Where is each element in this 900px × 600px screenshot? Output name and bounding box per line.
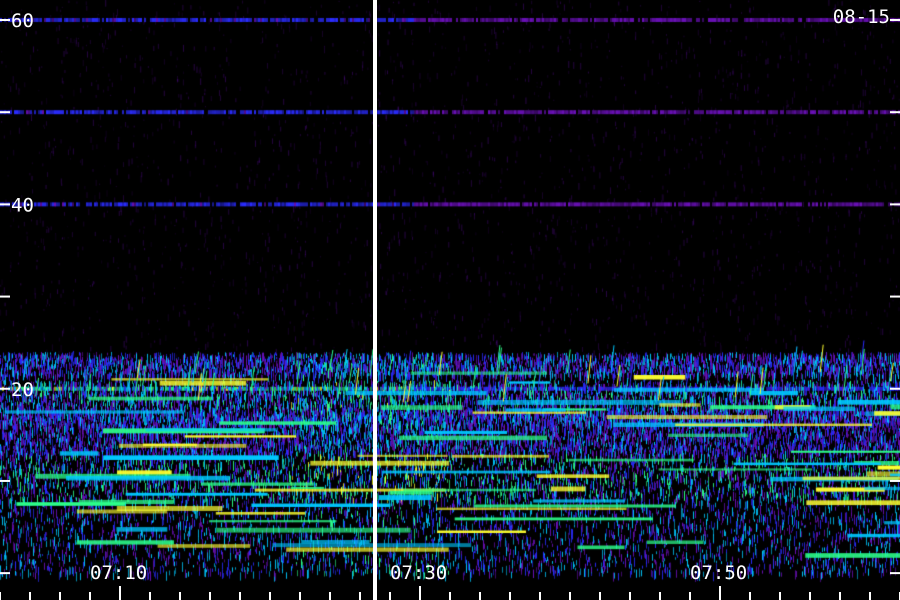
x-tick-label: 07:30 bbox=[390, 562, 447, 584]
x-tick-label: 07:10 bbox=[90, 562, 147, 584]
spectrogram-chart: 20 40 60 07:10 07:30 07:50 08-15 bbox=[0, 0, 900, 600]
axes-overlay: 20 40 60 07:10 07:30 07:50 bbox=[0, 0, 900, 600]
x-tick-label: 07:50 bbox=[690, 562, 747, 584]
y-tick-label: 60 bbox=[11, 10, 34, 32]
y-tick-label: 40 bbox=[11, 194, 34, 216]
date-stamp: 08-15 bbox=[832, 6, 890, 28]
y-tick-label: 20 bbox=[11, 379, 34, 401]
